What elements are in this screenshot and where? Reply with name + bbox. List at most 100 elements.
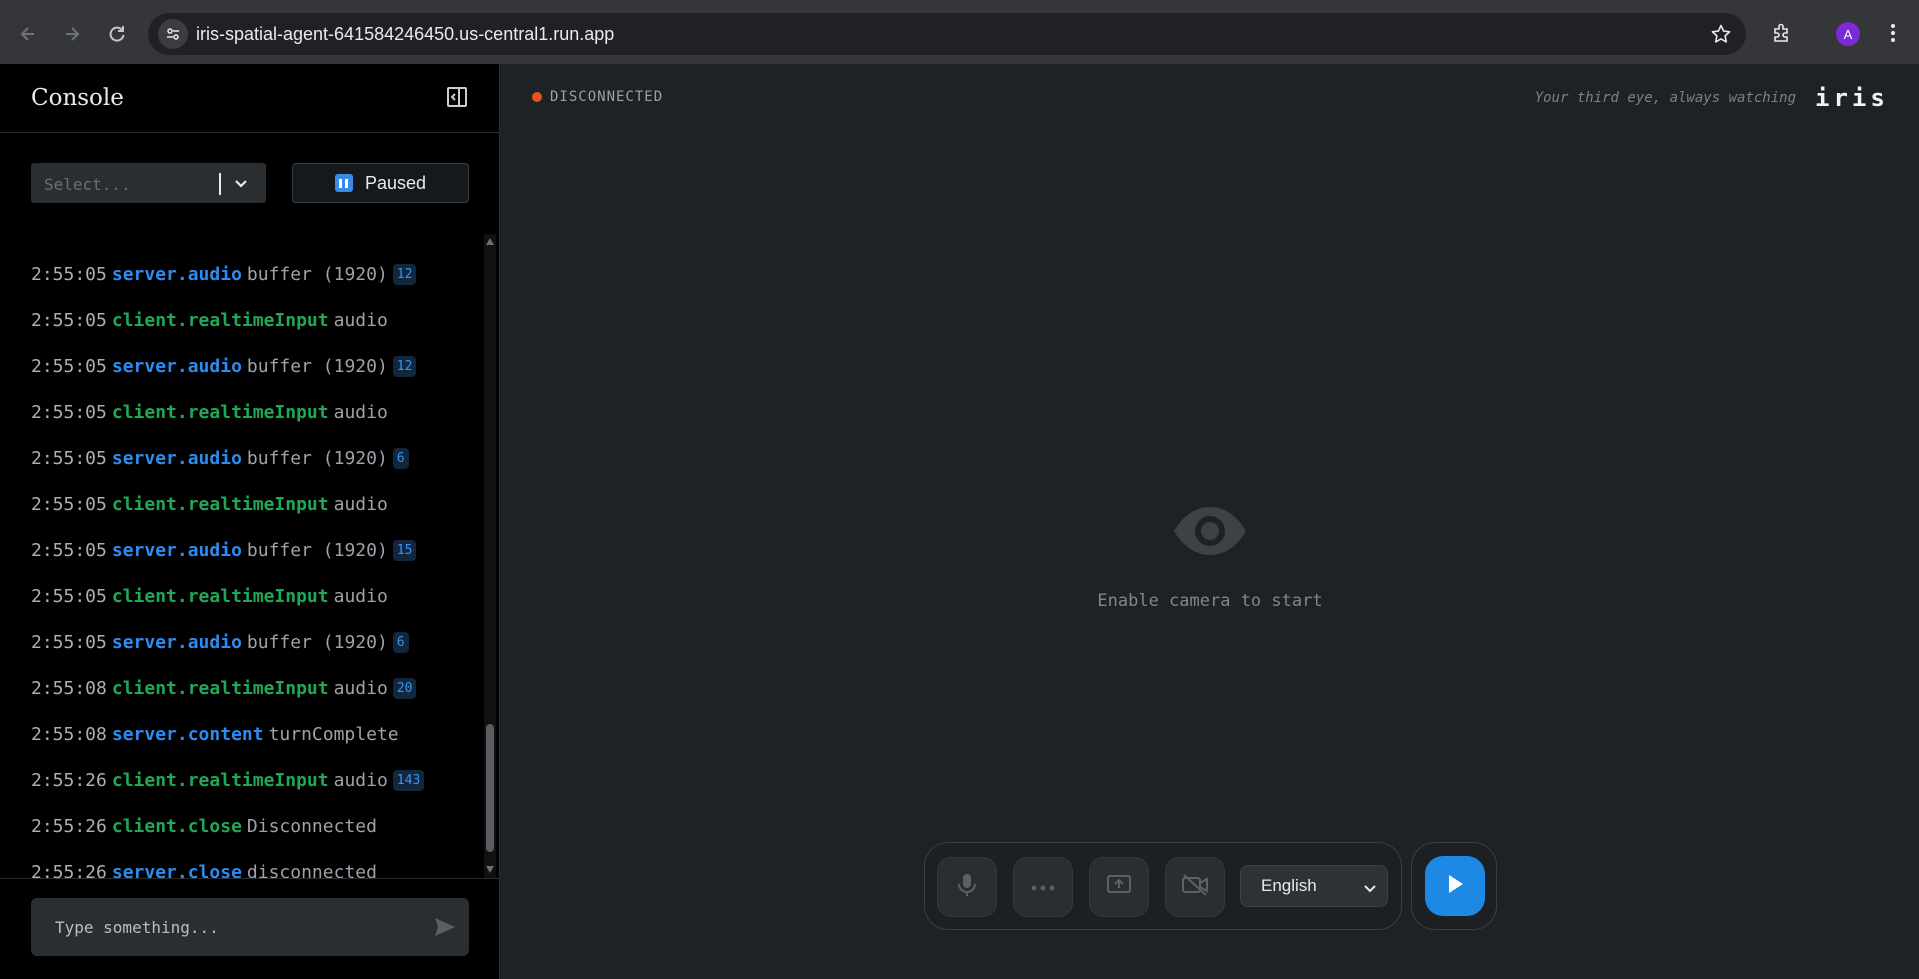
back-arrow-icon[interactable] xyxy=(10,16,46,52)
log-entry: 2:55:26 client.realtimeInput audio 143 xyxy=(31,767,425,793)
forward-arrow-icon[interactable] xyxy=(54,16,90,52)
screen-share-button[interactable] xyxy=(1089,857,1149,917)
log-entry: 2:55:05 client.realtimeInput audio xyxy=(31,307,388,333)
log-source: client.realtimeInput xyxy=(111,401,329,423)
pause-label: Paused xyxy=(364,172,427,193)
log-time: 2:55:05 xyxy=(31,585,107,607)
log-scrollbar[interactable] xyxy=(484,234,496,878)
log-message: audio xyxy=(333,493,388,515)
log-message: audio xyxy=(333,309,388,331)
log-source: server.audio xyxy=(111,355,242,377)
profile-avatar[interactable]: A xyxy=(1836,22,1860,46)
menu-dots-icon[interactable] xyxy=(1880,20,1906,46)
log-source: client.realtimeInput xyxy=(111,309,329,331)
microphone-icon xyxy=(956,872,978,903)
scrollbar-thumb[interactable] xyxy=(486,724,494,852)
log-time: 2:55:05 xyxy=(31,309,107,331)
log-entry: 2:55:05 server.audio buffer (1920) 12 xyxy=(31,353,417,379)
log-time: 2:55:08 xyxy=(31,677,107,699)
log-source: server.audio xyxy=(111,631,242,653)
log-source: server.audio xyxy=(111,539,242,561)
language-value: English xyxy=(1261,876,1317,895)
log-count-badge: 20 xyxy=(392,677,417,699)
log-source: client.close xyxy=(111,815,242,837)
bookmark-star-icon[interactable] xyxy=(1710,23,1732,45)
status-text: DISCONNECTED xyxy=(550,89,664,105)
pause-icon xyxy=(334,174,353,192)
connect-control xyxy=(1411,842,1497,930)
play-button[interactable] xyxy=(1425,856,1485,916)
log-message: turnComplete xyxy=(268,723,399,745)
log-entry: 2:55:08 client.realtimeInput audio 20 xyxy=(31,675,417,701)
scroll-down-arrow[interactable] xyxy=(486,866,494,873)
log-time: 2:55:05 xyxy=(31,401,107,423)
camera-off-icon xyxy=(1181,873,1209,902)
log-message: Disconnected xyxy=(246,815,377,837)
more-dots-icon xyxy=(1031,878,1055,896)
log-count-badge: 6 xyxy=(392,631,409,653)
log-time: 2:55:26 xyxy=(31,861,107,879)
language-select[interactable]: English xyxy=(1240,865,1388,907)
log-time: 2:55:08 xyxy=(31,723,107,745)
log-list[interactable]: 2:55:05 server.audio buffer (1920) 12 2:55:0… xyxy=(0,230,484,878)
log-source: client.realtimeInput xyxy=(111,493,329,515)
log-message: audio xyxy=(333,401,388,423)
log-entry: 2:55:05 server.audio buffer (1920) 12 xyxy=(31,261,417,287)
log-entry: 2:55:08 server.content turnComplete xyxy=(31,721,399,747)
log-entry: 2:55:26 server.close disconnected xyxy=(31,859,377,879)
status-dot xyxy=(532,92,542,102)
log-time: 2:55:26 xyxy=(31,769,107,791)
send-icon[interactable] xyxy=(433,916,457,943)
address-bar[interactable]: iris-spatial-agent-641584246450.us-centr… xyxy=(148,13,1746,55)
log-source: server.audio xyxy=(111,263,242,285)
screen-share-icon xyxy=(1106,874,1132,901)
log-message: buffer (1920) xyxy=(246,447,388,469)
control-tray: English xyxy=(924,842,1402,930)
log-entry: 2:55:26 client.close Disconnected xyxy=(31,813,377,839)
filter-placeholder: Select... xyxy=(44,175,131,194)
log-count-badge: 6 xyxy=(392,447,409,469)
log-message: disconnected xyxy=(246,861,377,879)
pause-button[interactable]: Paused xyxy=(292,163,469,203)
play-icon xyxy=(1445,873,1465,900)
log-source: server.audio xyxy=(111,447,242,469)
message-placeholder: Type something... xyxy=(55,918,219,937)
log-entry: 2:55:05 client.realtimeInput audio xyxy=(31,583,388,609)
divider xyxy=(0,878,500,879)
log-entry: 2:55:05 server.audio buffer (1920) 6 xyxy=(31,445,409,471)
eye-icon xyxy=(1172,505,1248,562)
log-entry: 2:55:05 server.audio buffer (1920) 15 xyxy=(31,537,417,563)
log-time: 2:55:26 xyxy=(31,815,107,837)
log-time: 2:55:05 xyxy=(31,447,107,469)
chevron-down-icon xyxy=(1363,880,1377,900)
log-message: buffer (1920) xyxy=(246,631,388,653)
browser-toolbar: iris-spatial-agent-641584246450.us-centr… xyxy=(0,0,1919,64)
log-time: 2:55:05 xyxy=(31,355,107,377)
microphone-button[interactable] xyxy=(937,857,997,917)
scroll-up-arrow[interactable] xyxy=(486,238,494,245)
chevron-down-icon[interactable] xyxy=(233,175,249,196)
log-count-badge: 15 xyxy=(392,539,417,561)
message-input[interactable]: Type something... xyxy=(31,898,469,956)
connection-status: DISCONNECTED xyxy=(532,89,663,105)
log-entry: 2:55:05 client.realtimeInput audio xyxy=(31,399,388,425)
log-time: 2:55:05 xyxy=(31,539,107,561)
log-message: buffer (1920) xyxy=(246,539,388,561)
log-filter-select[interactable]: Select... xyxy=(31,163,266,203)
reload-icon[interactable] xyxy=(99,16,135,52)
log-source: server.close xyxy=(111,861,242,879)
site-settings-icon[interactable] xyxy=(158,19,188,49)
extensions-icon[interactable] xyxy=(1769,20,1795,46)
log-count-badge: 143 xyxy=(392,769,425,791)
collapse-sidebar-icon[interactable] xyxy=(446,86,470,110)
log-message: buffer (1920) xyxy=(246,263,388,285)
camera-button[interactable] xyxy=(1165,857,1225,917)
log-source: server.content xyxy=(111,723,264,745)
log-entry: 2:55:05 server.audio buffer (1920) 6 xyxy=(31,629,409,655)
url-text: iris-spatial-agent-641584246450.us-centr… xyxy=(196,24,615,44)
log-message: audio xyxy=(333,585,388,607)
log-source: client.realtimeInput xyxy=(111,585,329,607)
log-message: audio xyxy=(333,677,388,699)
log-time: 2:55:05 xyxy=(31,263,107,285)
more-button[interactable] xyxy=(1013,857,1073,917)
